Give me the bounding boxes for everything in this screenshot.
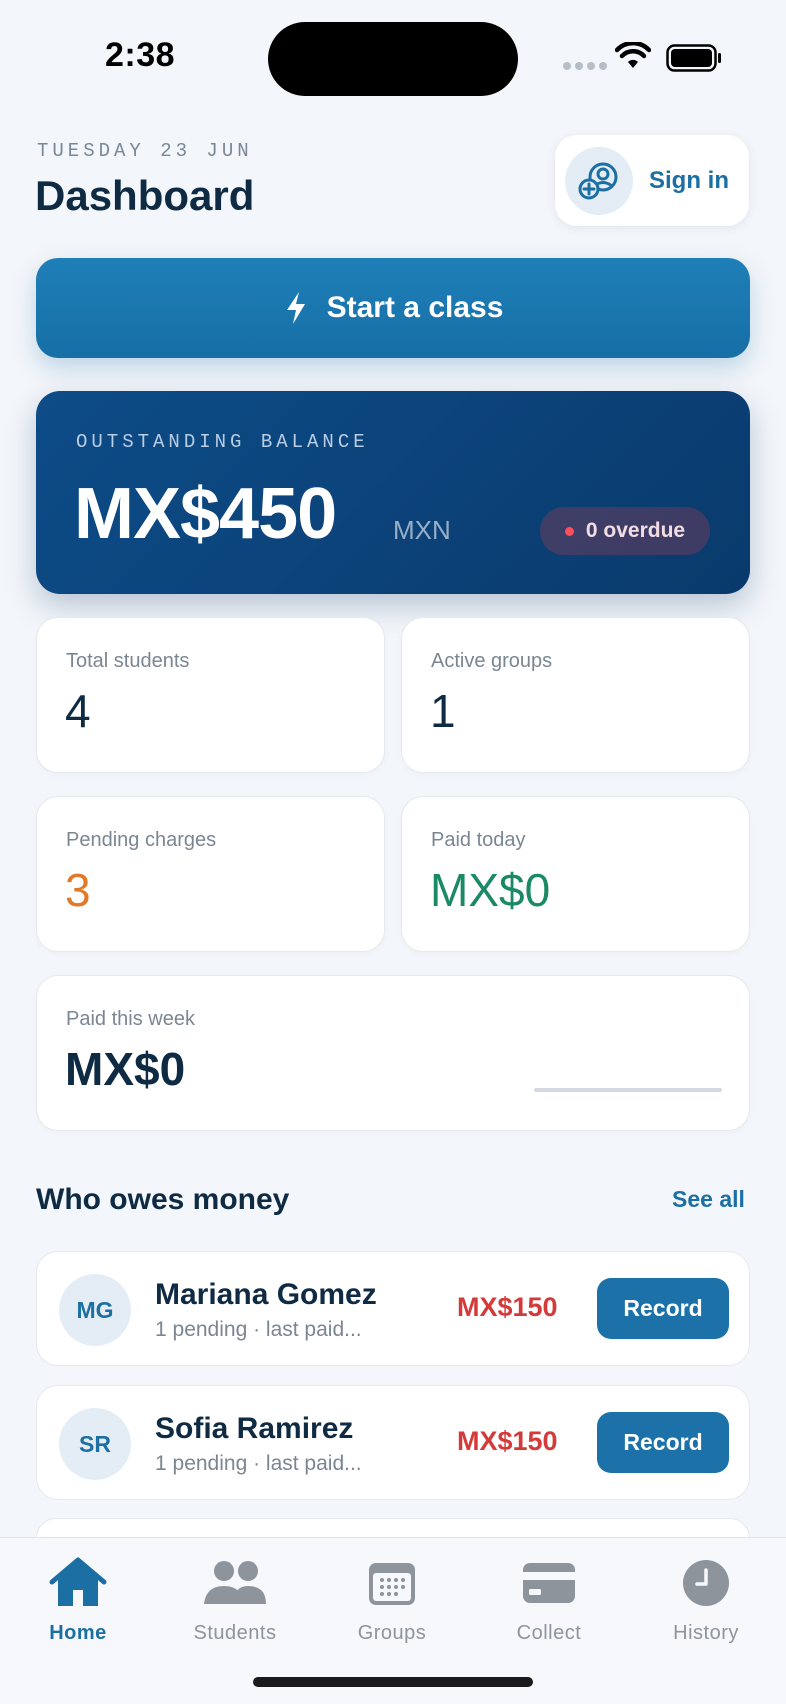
debtor-amount: MX$150: [457, 1426, 558, 1456]
sign-in-button[interactable]: Sign in: [555, 135, 749, 226]
debtor-subtitle: 1 pending · last paid...: [155, 1318, 362, 1341]
outstanding-balance-card: OUTSTANDING BALANCE MX$450 MXN 0 overdue: [36, 391, 750, 594]
stat-label: Pending charges: [66, 829, 217, 851]
debtor-row[interactable]: SR Sofia Ramirez 1 pending · last paid..…: [36, 1385, 750, 1500]
home-icon: [48, 1548, 108, 1618]
stat-label: Active groups: [431, 650, 553, 672]
tab-label: Groups: [357, 1622, 427, 1644]
stat-value: 1: [430, 685, 456, 737]
sign-in-label: Sign in: [649, 166, 729, 194]
stat-label: Paid this week: [66, 1008, 195, 1030]
record-payment-button[interactable]: Record: [597, 1412, 729, 1473]
avatar: MG: [59, 1274, 131, 1346]
tab-groups[interactable]: Groups: [327, 1548, 457, 1645]
stat-paid-this-week[interactable]: Paid this week MX$0: [36, 975, 750, 1131]
debtor-name: Mariana Gomez: [155, 1278, 377, 1311]
debtor-subtitle: 1 pending · last paid...: [155, 1452, 362, 1475]
debtor-amount: MX$150: [457, 1292, 558, 1322]
debtor-row[interactable]: MG Mariana Gomez 1 pending · last paid..…: [36, 1251, 750, 1366]
dynamic-island: [268, 22, 518, 96]
stat-label: Paid today: [431, 829, 526, 851]
stat-paid-today[interactable]: Paid today MX$0: [401, 796, 750, 952]
page-title: Dashboard: [35, 172, 255, 219]
home-indicator: [253, 1677, 533, 1687]
groups-icon: [367, 1548, 417, 1618]
stat-label: Total students: [66, 650, 190, 672]
balance-currency: MXN: [393, 515, 451, 545]
add-user-icon: [565, 146, 633, 215]
status-time: 2:38: [105, 36, 176, 74]
tab-label: Collect: [516, 1622, 582, 1644]
stat-value: 3: [65, 864, 91, 916]
date-label: TUESDAY 23 JUN: [37, 140, 253, 162]
students-icon: [202, 1548, 268, 1618]
overdue-badge: 0 overdue: [540, 507, 710, 555]
status-bar: 2:38: [0, 0, 786, 110]
stat-total-students[interactable]: Total students 4: [36, 617, 385, 773]
tab-collect[interactable]: Collect: [484, 1548, 614, 1645]
start-class-label: Start a class: [326, 291, 504, 324]
clock-icon: [681, 1548, 731, 1618]
balance-amount: MX$450: [74, 474, 337, 554]
lightning-icon: [286, 292, 305, 324]
wifi-icon: [615, 42, 651, 68]
section-title-who-owes: Who owes money: [36, 1183, 290, 1216]
avatar: SR: [59, 1408, 131, 1480]
stat-value: MX$0: [65, 1043, 186, 1095]
overdue-dot-icon: [564, 526, 574, 536]
record-payment-button[interactable]: Record: [597, 1278, 729, 1339]
cellular-signal-icon: [563, 62, 607, 70]
tab-home[interactable]: Home: [13, 1548, 143, 1645]
tab-label: Home: [49, 1622, 107, 1644]
stat-pending-charges[interactable]: Pending charges 3: [36, 796, 385, 952]
see-all-link[interactable]: See all: [672, 1186, 745, 1213]
tab-students[interactable]: Students: [170, 1548, 300, 1645]
balance-label: OUTSTANDING BALANCE: [76, 431, 369, 453]
battery-icon: [666, 44, 721, 72]
stat-value: MX$0: [430, 864, 551, 916]
tab-label: History: [673, 1622, 739, 1644]
card-icon: [521, 1548, 577, 1618]
stat-value: 4: [65, 685, 91, 737]
weekly-sparkline: [534, 1088, 722, 1092]
tab-label: Students: [193, 1622, 277, 1644]
debtor-name: Sofia Ramirez: [155, 1412, 354, 1445]
stat-active-groups[interactable]: Active groups 1: [401, 617, 750, 773]
tab-history[interactable]: History: [641, 1548, 771, 1645]
start-class-button[interactable]: Start a class: [36, 258, 750, 358]
overdue-label: 0 overdue: [585, 519, 686, 542]
